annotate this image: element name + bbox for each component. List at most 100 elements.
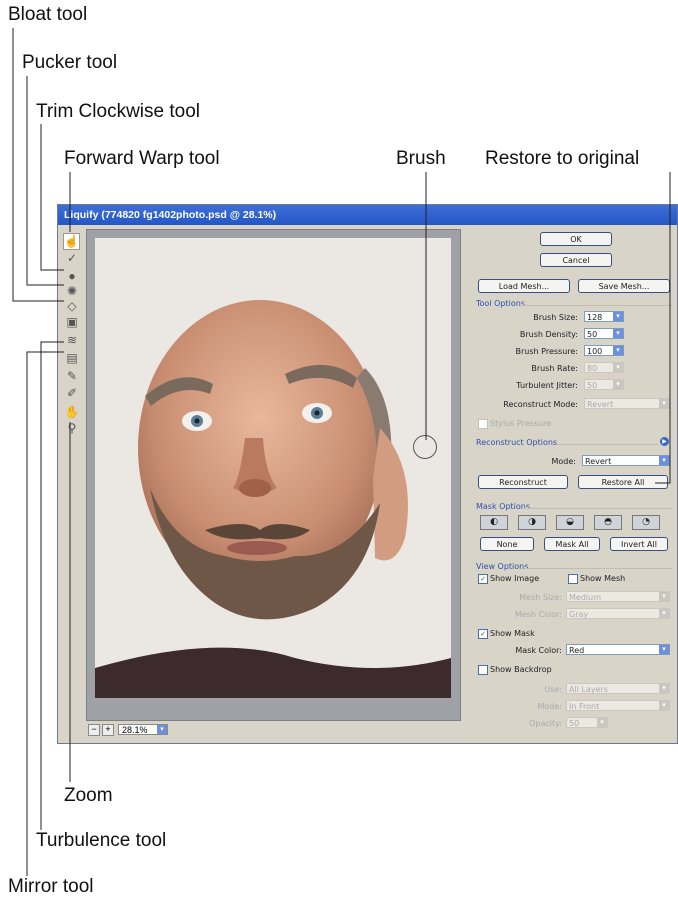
turbulent-jitter-label: Turbulent Jitter:: [516, 381, 578, 390]
show-backdrop-checkbox[interactable]: [478, 665, 488, 675]
show-mesh-label: Show Mesh: [580, 574, 626, 583]
mask-options-heading: Mask Options: [476, 502, 531, 511]
callout-restore-to-original: Restore to original: [485, 148, 640, 169]
backdrop-mode-value: In Front: [569, 702, 600, 711]
view-options-heading: View Options: [476, 562, 529, 571]
reconstruct-mode-label: Reconstruct Mode:: [503, 400, 578, 409]
turbulent-jitter-field: 50 ▾: [584, 379, 624, 390]
preview-canvas[interactable]: [86, 229, 461, 721]
add-to-selection-icon[interactable]: ◑: [518, 515, 546, 530]
brush-pressure-value: 100: [587, 347, 603, 356]
reconstruct-mode-field[interactable]: Revert ▾: [582, 455, 670, 466]
turbulent-jitter-value: 50: [587, 381, 598, 390]
show-mesh-checkbox[interactable]: [568, 574, 578, 584]
load-mesh-button[interactable]: Load Mesh...: [478, 279, 570, 293]
mesh-size-value: Medium: [569, 593, 601, 602]
reconstruct-mode-label-2: Mode:: [551, 457, 577, 466]
photo-preview: [95, 238, 451, 698]
show-image-label: Show Image: [490, 574, 540, 583]
callout-bloat-tool: Bloat tool: [8, 4, 88, 25]
reconstruct-button[interactable]: Reconstruct: [478, 475, 568, 489]
opacity-label: Opacity:: [529, 719, 562, 728]
chevron-down-icon: ▾: [613, 346, 623, 355]
save-mesh-button[interactable]: Save Mesh...: [578, 279, 670, 293]
chevron-down-icon: ▾: [659, 684, 669, 693]
chevron-down-icon: ▾: [659, 456, 669, 465]
hand-tool-icon[interactable]: ✋: [64, 405, 80, 419]
tool-options-heading: Tool Options: [476, 299, 525, 308]
toolbox: ☝ ✓ ● ✺ ◇ ▣ ≋ ▤ ✎ ✐ ✋ ⚲: [61, 229, 83, 749]
mesh-size-label: Mesh Size:: [519, 593, 562, 602]
backdrop-mode-label: Mode:: [537, 702, 563, 711]
brush-rate-field: 80 ▾: [584, 362, 624, 373]
zoom-tool-icon[interactable]: ⚲: [64, 421, 80, 435]
brush-size-field[interactable]: 128 ▾: [584, 311, 624, 322]
reconstruct-mode-value: Revert: [587, 400, 614, 409]
subtract-from-selection-icon[interactable]: ◒: [556, 515, 584, 530]
ok-button[interactable]: OK: [540, 232, 612, 246]
invert-selection-icon[interactable]: ◔: [632, 515, 660, 530]
chevron-down-icon: ▾: [157, 725, 167, 734]
twirl-clockwise-tool-icon[interactable]: ●: [64, 269, 80, 283]
forward-warp-tool-icon[interactable]: ☝: [63, 233, 80, 250]
status-bar: − + 28.1% ▾: [86, 723, 459, 737]
show-backdrop-label: Show Backdrop: [490, 665, 552, 674]
reconstruct-options-divider: [556, 444, 658, 445]
intersect-selection-icon[interactable]: ◓: [594, 515, 622, 530]
reconstruct-mode-select: Revert ▾: [584, 398, 670, 409]
none-button[interactable]: None: [480, 537, 534, 551]
zoom-in-button[interactable]: +: [102, 724, 114, 736]
brush-density-label: Brush Density:: [519, 330, 578, 339]
restore-all-button[interactable]: Restore All: [578, 475, 668, 489]
view-options-divider: [524, 568, 672, 569]
zoom-level-select[interactable]: 28.1% ▾: [118, 724, 168, 735]
zoom-out-button[interactable]: −: [88, 724, 100, 736]
expand-icon[interactable]: ▶: [660, 437, 669, 446]
callout-forward-warp-tool: Forward Warp tool: [64, 148, 220, 169]
turbulence-tool-icon[interactable]: ≋: [64, 333, 80, 347]
brush-density-field[interactable]: 50 ▾: [584, 328, 624, 339]
liquify-dialog: Liquify (774820 fg1402photo.psd @ 28.1%)…: [57, 204, 678, 744]
callout-zoom: Zoom: [64, 785, 113, 806]
chevron-down-icon: ▾: [613, 312, 623, 321]
bloat-tool-icon[interactable]: ◇: [64, 299, 80, 313]
show-image-checkbox[interactable]: ✓: [478, 574, 488, 584]
freeze-mask-tool-icon[interactable]: ✎: [64, 369, 80, 383]
thaw-mask-tool-icon[interactable]: ✐: [64, 386, 80, 400]
brush-rate-value: 80: [587, 364, 598, 373]
pucker-tool-icon[interactable]: ✺: [64, 284, 80, 298]
chevron-down-icon: ▾: [659, 609, 669, 618]
mask-all-button[interactable]: Mask All: [544, 537, 600, 551]
chevron-down-icon: ▾: [659, 645, 669, 654]
mask-options-divider: [524, 508, 672, 509]
brush-size-value: 128: [587, 313, 603, 322]
stylus-pressure-label: Stylus Pressure: [490, 419, 552, 428]
mask-color-label: Mask Color:: [515, 646, 562, 655]
mask-color-value: Red: [569, 646, 585, 655]
use-select: All Layers ▾: [566, 683, 670, 694]
replace-selection-icon[interactable]: ◐: [480, 515, 508, 530]
chevron-down-icon: ▾: [613, 363, 623, 372]
mirror-tool-icon[interactable]: ▤: [64, 351, 80, 365]
brush-pressure-field[interactable]: 100 ▾: [584, 345, 624, 356]
brush-density-value: 50: [587, 330, 598, 339]
show-mask-label: Show Mask: [490, 629, 535, 638]
use-label: Use:: [544, 685, 562, 694]
brush-cursor: [413, 435, 437, 459]
chevron-down-icon: ▾: [597, 718, 607, 727]
mesh-color-label: Mesh Color:: [514, 610, 562, 619]
callout-mirror-tool: Mirror tool: [8, 876, 94, 897]
chevron-down-icon: ▾: [659, 592, 669, 601]
chevron-down-icon: ▾: [613, 329, 623, 338]
mask-mode-row: ◐ ◑ ◒ ◓ ◔: [480, 515, 670, 530]
cancel-button[interactable]: Cancel: [540, 253, 612, 267]
mask-color-select[interactable]: Red ▾: [566, 644, 670, 655]
push-left-tool-icon[interactable]: ▣: [64, 315, 80, 329]
use-value: All Layers: [569, 685, 608, 694]
opacity-value: 50: [569, 719, 580, 728]
callout-turbulence-tool: Turbulence tool: [36, 830, 167, 851]
show-mask-checkbox[interactable]: ✓: [478, 629, 488, 639]
invert-all-button[interactable]: Invert All: [610, 537, 668, 551]
brush-rate-label: Brush Rate:: [531, 364, 578, 373]
reconstruct-tool-icon[interactable]: ✓: [64, 251, 80, 265]
